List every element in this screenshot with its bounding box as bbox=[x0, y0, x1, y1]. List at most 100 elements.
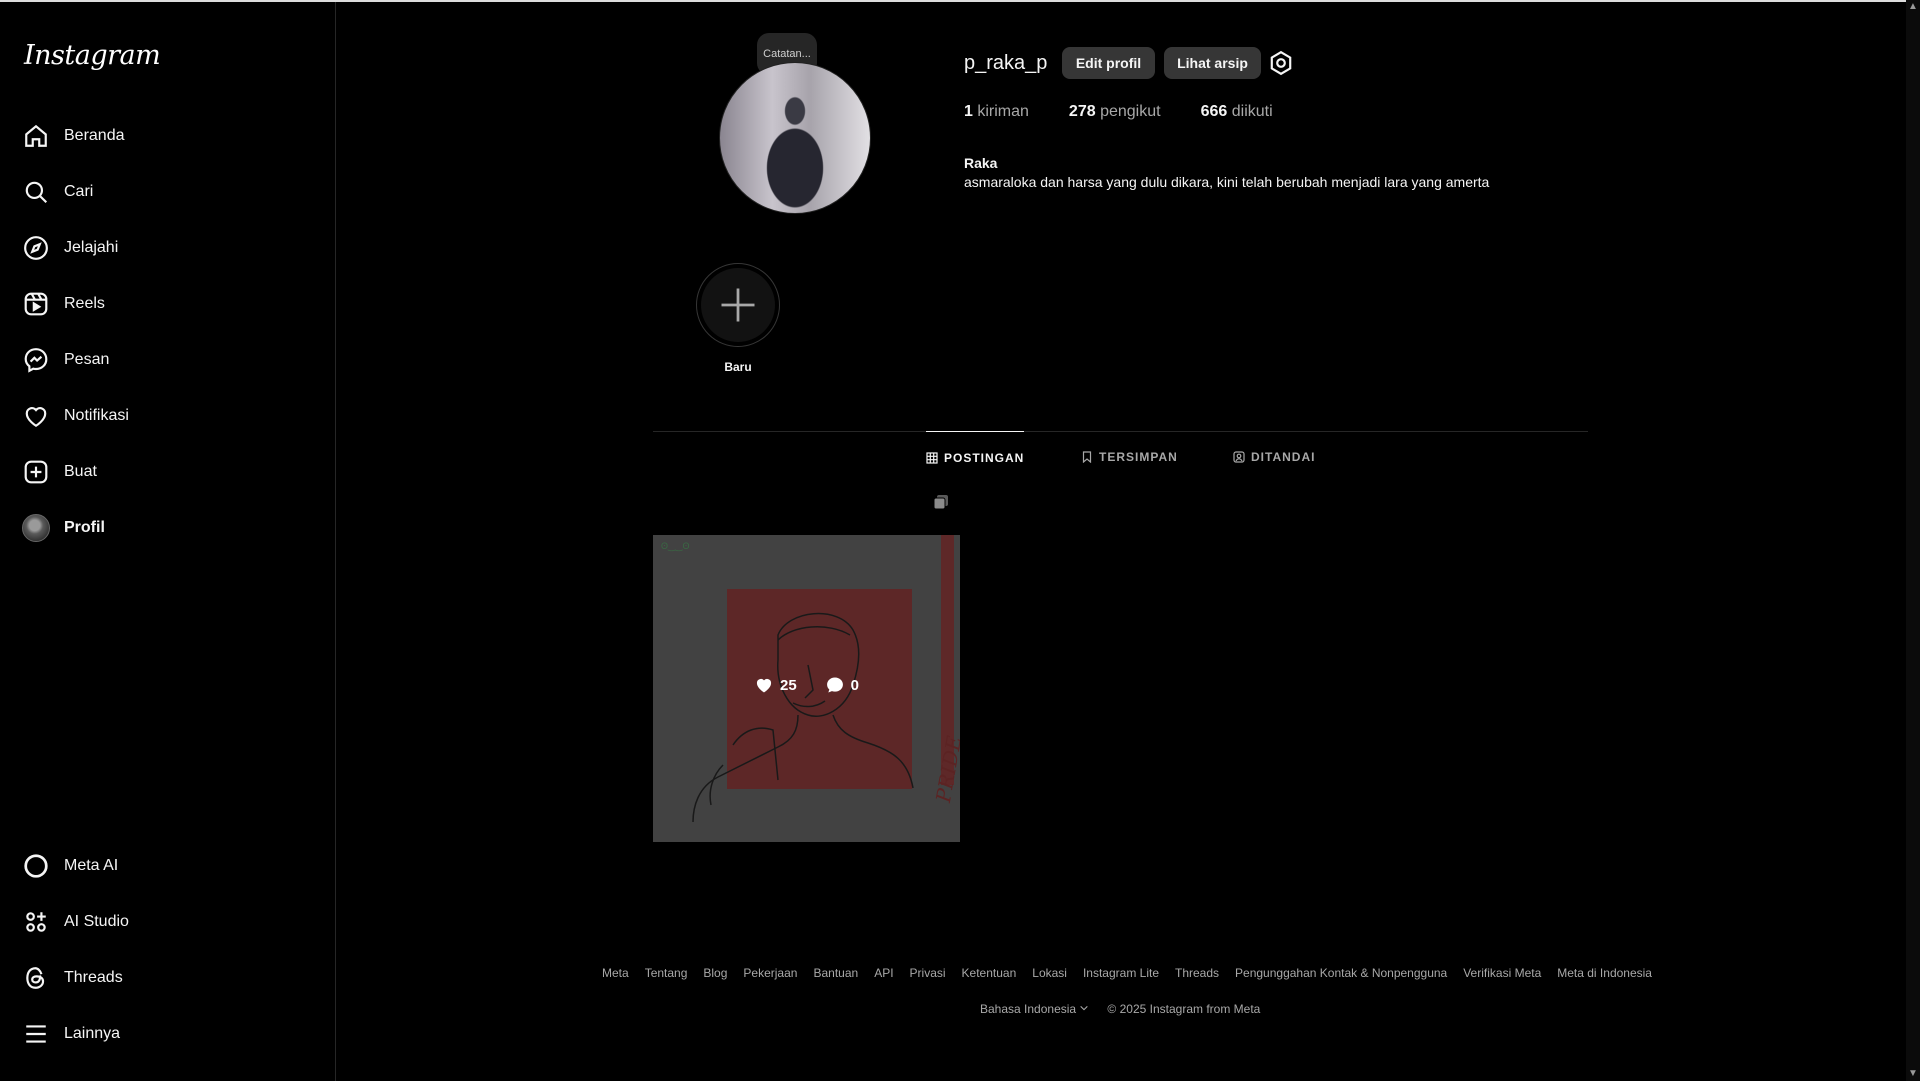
settings-gear-icon[interactable] bbox=[1268, 50, 1294, 76]
plus-icon bbox=[721, 288, 755, 322]
footer-link-instagram-lite[interactable]: Instagram Lite bbox=[1083, 966, 1159, 980]
footer-links: Meta Tentang Blog Pekerjaan Bantuan API … bbox=[602, 966, 1652, 980]
footer-link-meta-verified[interactable]: Verifikasi Meta bbox=[1463, 966, 1541, 980]
footer-link-pekerjaan[interactable]: Pekerjaan bbox=[743, 966, 797, 980]
page-scrollbar[interactable]: ▲ ▼ bbox=[1906, 0, 1920, 1081]
scroll-down-arrow-icon[interactable]: ▼ bbox=[1906, 1067, 1920, 1081]
new-highlight-circle bbox=[701, 268, 775, 342]
scroll-up-arrow-icon[interactable]: ▲ bbox=[1906, 0, 1920, 14]
profile-icon-wrap bbox=[22, 514, 50, 542]
sidebar-item-label: Meta AI bbox=[64, 857, 119, 874]
footer-link-meta-indonesia[interactable]: Meta di Indonesia bbox=[1557, 966, 1652, 980]
footer-link-ketentuan[interactable]: Ketentuan bbox=[962, 966, 1017, 980]
chevron-down-icon bbox=[1080, 1005, 1089, 1011]
meta-ai-icon bbox=[22, 852, 50, 880]
sidebar-item-threads[interactable]: Threads bbox=[12, 954, 322, 1002]
sidebar-item-profil[interactable]: Profil bbox=[12, 504, 322, 552]
following-label: diikuti bbox=[1231, 103, 1273, 120]
sidebar-item-label: Beranda bbox=[64, 127, 125, 144]
sidebar-item-ai-studio[interactable]: AI Studio bbox=[12, 898, 322, 946]
post-stats: 25 0 bbox=[653, 675, 960, 695]
sidebar-item-label: Notifikasi bbox=[64, 407, 129, 424]
footer-link-meta[interactable]: Meta bbox=[602, 966, 629, 980]
heart-icon bbox=[22, 402, 50, 430]
sidebar-item-cari[interactable]: Cari bbox=[12, 168, 322, 216]
compass-icon bbox=[22, 234, 50, 262]
comment-filled-icon bbox=[826, 677, 843, 693]
sidebar-item-beranda[interactable]: Beranda bbox=[12, 112, 322, 160]
menu-icon bbox=[22, 1020, 50, 1048]
note-text: Catatan... bbox=[763, 48, 811, 60]
sidebar-item-lainnya[interactable]: Lainnya bbox=[12, 1010, 322, 1058]
reels-icon bbox=[22, 290, 50, 318]
comments-count: 0 bbox=[850, 676, 860, 694]
language-label: Bahasa Indonesia bbox=[980, 1002, 1077, 1016]
language-select[interactable]: Bahasa Indonesia bbox=[980, 1002, 1089, 1016]
new-highlight-label: Baru bbox=[724, 360, 752, 374]
avatar bbox=[22, 514, 50, 542]
likes-count: 25 bbox=[779, 676, 797, 694]
sidebar-item-label: Reels bbox=[64, 295, 105, 312]
home-icon bbox=[22, 122, 50, 150]
sidebar-item-label: Pesan bbox=[64, 351, 110, 368]
bookmark-icon bbox=[1082, 451, 1092, 463]
ai-studio-icon bbox=[22, 908, 50, 936]
sidebar-item-meta-ai[interactable]: Meta AI bbox=[12, 842, 322, 890]
footer-link-blog[interactable]: Blog bbox=[703, 966, 727, 980]
sidebar-item-label: Profil bbox=[64, 519, 105, 536]
tab-tersimpan[interactable]: TERSIMPAN bbox=[1081, 431, 1178, 483]
sidebar-item-buat[interactable]: Buat bbox=[12, 448, 322, 496]
sidebar-item-label: AI Studio bbox=[64, 913, 129, 930]
sidebar-item-jelajahi[interactable]: Jelajahi bbox=[12, 224, 322, 272]
sidebar-item-notifikasi[interactable]: Notifikasi bbox=[12, 392, 322, 440]
tab-label: DITANDAI bbox=[1251, 450, 1316, 464]
following-stat[interactable]: 666 diikuti bbox=[1201, 103, 1273, 121]
profile-bio: asmaraloka dan harsa yang dulu dikara, k… bbox=[964, 174, 1490, 190]
tab-postingan[interactable]: POSTINGAN bbox=[926, 431, 1025, 484]
threads-icon bbox=[22, 964, 50, 992]
posts-stat: 1 kiriman bbox=[964, 103, 1029, 121]
carousel-icon bbox=[933, 494, 949, 510]
sidebar-item-label: Jelajahi bbox=[64, 239, 119, 256]
footer-link-lokasi[interactable]: Lokasi bbox=[1032, 966, 1067, 980]
post-thumbnail[interactable]: ʘ‿‿ʘ PRIDE 25 0 bbox=[653, 535, 960, 842]
sidebar-item-label: Lainnya bbox=[64, 1025, 121, 1042]
edit-profile-button[interactable]: Edit profil bbox=[1062, 47, 1155, 79]
profile-avatar[interactable] bbox=[719, 62, 871, 214]
posts-count: 1 bbox=[964, 103, 973, 120]
sidebar-item-reels[interactable]: Reels bbox=[12, 280, 322, 328]
plus-square-icon bbox=[22, 458, 50, 486]
instagram-logo[interactable]: Instagram bbox=[24, 40, 161, 71]
followers-stat[interactable]: 278 pengikut bbox=[1069, 103, 1161, 121]
tagged-icon bbox=[1233, 451, 1245, 463]
tab-label: TERSIMPAN bbox=[1099, 450, 1178, 464]
tab-label: POSTINGAN bbox=[944, 451, 1025, 465]
footer-bottom: Bahasa Indonesia © 2025 Instagram from M… bbox=[980, 1002, 1260, 1016]
search-icon bbox=[22, 178, 50, 206]
followers-label: pengikut bbox=[1100, 103, 1161, 120]
followers-count: 278 bbox=[1068, 103, 1096, 120]
new-highlight-button[interactable] bbox=[696, 263, 780, 347]
footer-link-contact-upload[interactable]: Pengunggahan Kontak & Nonpengguna bbox=[1235, 966, 1447, 980]
footer-link-bantuan[interactable]: Bantuan bbox=[813, 966, 858, 980]
profile-full-name: Raka bbox=[964, 155, 998, 171]
sidebar: Instagram Beranda Cari Jelajahi Reels Pe… bbox=[0, 2, 336, 1081]
sidebar-item-label: Cari bbox=[64, 183, 94, 200]
following-count: 666 bbox=[1200, 103, 1228, 120]
profile-username: p_raka_p bbox=[964, 52, 1048, 74]
sidebar-item-label: Buat bbox=[64, 463, 97, 480]
footer-link-privasi[interactable]: Privasi bbox=[910, 966, 946, 980]
tab-ditandai[interactable]: DITANDAI bbox=[1233, 431, 1315, 483]
sidebar-item-label: Threads bbox=[64, 969, 123, 986]
sidebar-item-pesan[interactable]: Pesan bbox=[12, 336, 322, 384]
heart-filled-icon bbox=[756, 678, 772, 693]
messenger-icon bbox=[22, 346, 50, 374]
post-likes: 25 bbox=[754, 675, 797, 695]
view-archive-button[interactable]: Lihat arsip bbox=[1164, 47, 1261, 79]
footer-link-tentang[interactable]: Tentang bbox=[645, 966, 688, 980]
posts-label: kiriman bbox=[977, 103, 1029, 120]
profile-stats: 1 kiriman 278 pengikut 666 diikuti bbox=[964, 103, 1273, 121]
footer-link-api[interactable]: API bbox=[874, 966, 893, 980]
copyright: © 2025 Instagram from Meta bbox=[1107, 1002, 1261, 1016]
footer-link-threads[interactable]: Threads bbox=[1175, 966, 1219, 980]
